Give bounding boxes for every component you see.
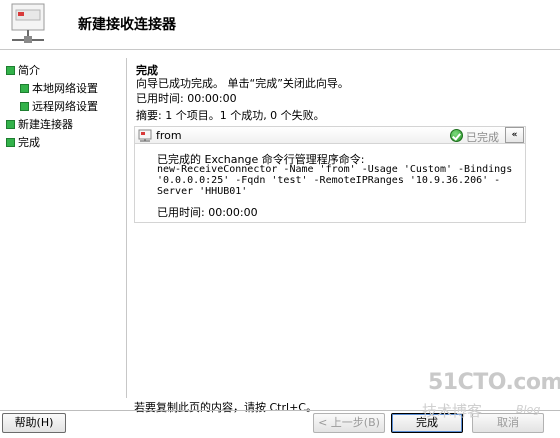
nav-step-completion[interactable]: 完成 (6, 135, 40, 151)
wizard-header: 新建接收连接器 (0, 0, 560, 50)
result-header: from 已完成 « (134, 126, 526, 144)
nav-divider (126, 58, 127, 398)
nav-step-new-connector[interactable]: 新建连接器 (6, 117, 73, 133)
connector-name: from (156, 129, 182, 142)
status-text: 已完成 (466, 131, 499, 144)
step-complete-icon (20, 83, 29, 93)
nav-step-local-network[interactable]: 本地网络设置 (20, 81, 98, 97)
step-complete-icon (20, 101, 29, 111)
footer-divider (0, 410, 560, 411)
wizard-steps-nav: 简介 本地网络设置 远程网络设置 新建连接器 完成 (0, 51, 124, 399)
nav-step-label: 简介 (18, 64, 40, 77)
result-detail: 已完成的 Exchange 命令行管理程序命令: new-ReceiveConn… (134, 144, 526, 223)
connector-wizard-icon (11, 3, 45, 43)
command-text: new-ReceiveConnector -Name 'from' -Usage… (157, 164, 519, 197)
step-complete-icon (6, 65, 15, 75)
nav-step-label: 完成 (18, 136, 40, 149)
nav-step-intro[interactable]: 简介 (6, 63, 40, 79)
help-button[interactable]: 帮助(H) (2, 413, 66, 433)
cancel-button[interactable]: 取消 (472, 413, 544, 433)
step-complete-icon (6, 137, 15, 147)
nav-step-label: 新建连接器 (18, 118, 73, 131)
wizard-message: 向导已成功完成。 单击“完成”关闭此向导。 (136, 77, 349, 90)
result-elapsed-time: 已用时间: 00:00:00 (157, 206, 258, 219)
step-complete-icon (6, 119, 15, 129)
back-button[interactable]: < 上一步(B) (313, 413, 385, 433)
nav-step-remote-network[interactable]: 远程网络设置 (20, 99, 98, 115)
elapsed-time: 已用时间: 00:00:00 (136, 92, 237, 105)
nav-step-label: 本地网络设置 (32, 82, 98, 95)
nav-step-label: 远程网络设置 (32, 100, 98, 113)
finish-button[interactable]: 完成 (391, 413, 463, 433)
status-badge: 已完成 (448, 128, 502, 144)
connector-icon (138, 129, 152, 142)
success-check-icon (450, 129, 463, 142)
page-title: 新建接收连接器 (78, 17, 176, 33)
collapse-button[interactable]: « (505, 127, 524, 143)
completion-panel: 完成 向导已成功完成。 单击“完成”关闭此向导。 已用时间: 00:00:00 … (134, 55, 560, 400)
copy-hint: 若要复制此页的内容，请按 Ctrl+C。 (134, 401, 317, 414)
summary-text: 摘要: 1 个项目。1 个成功, 0 个失败。 (136, 109, 325, 122)
